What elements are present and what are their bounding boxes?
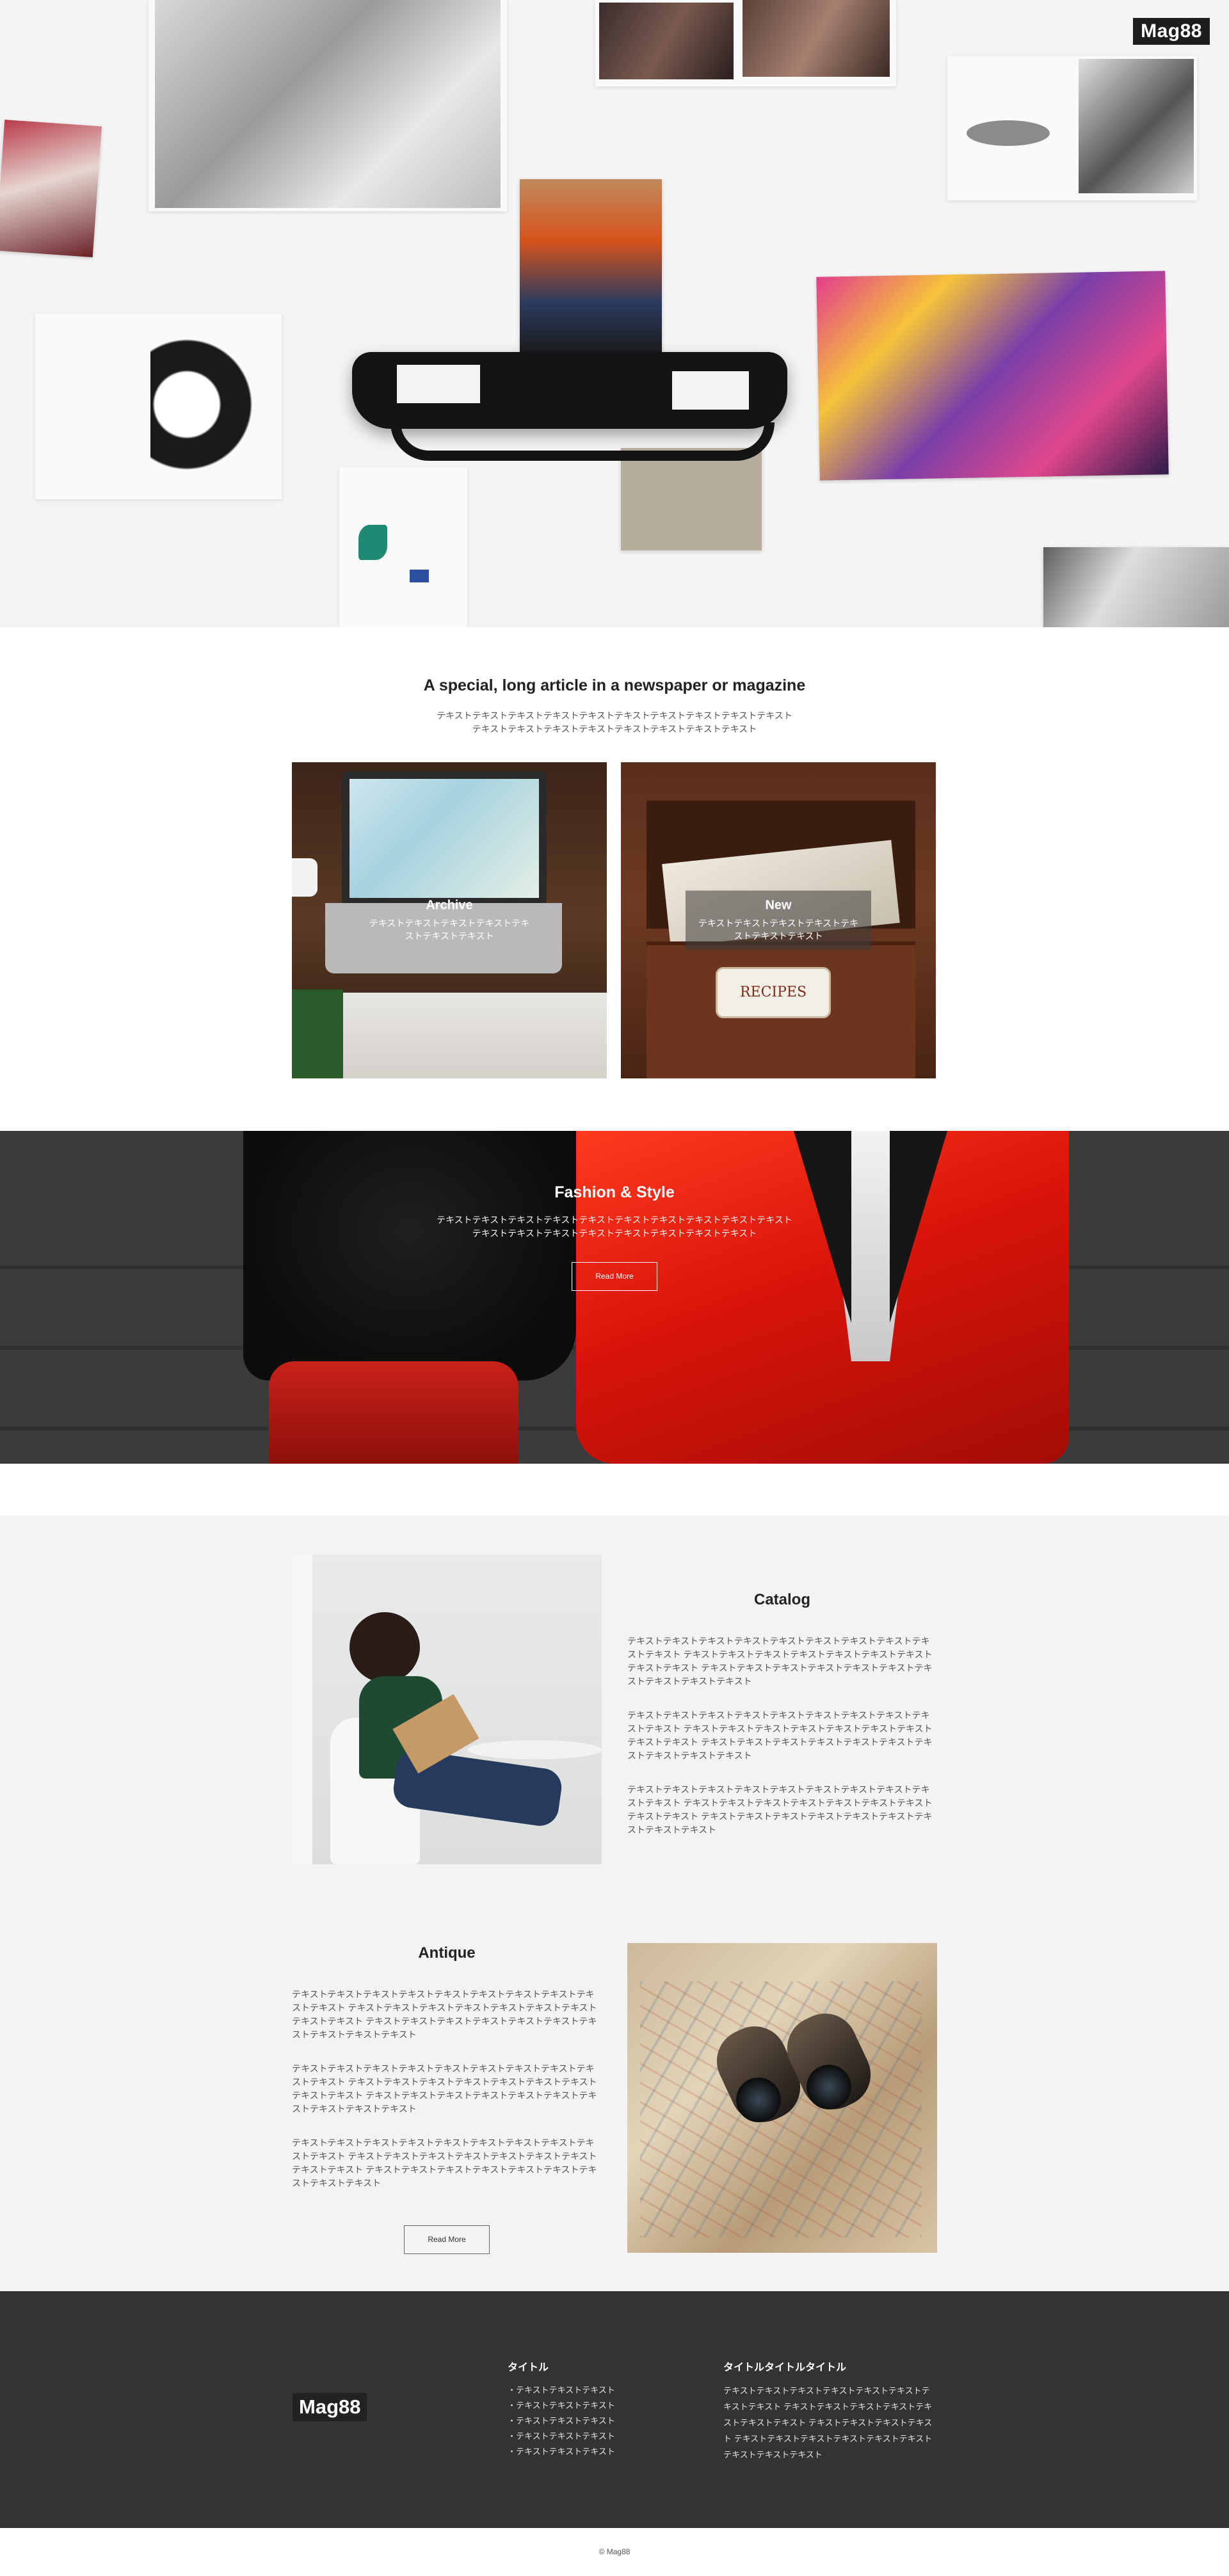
footer-column-2: タイトルタイトルタイトル テキストテキストテキストテキストテキストテキストテキス… [723,2358,935,2463]
intro-text: テキストテキストテキストテキストテキストテキストテキストテキストテキストテキスト… [437,710,792,734]
catalog-paragraph-1: テキストテキストテキストテキストテキストテキストテキストテキストテキストテキスト… [627,1636,933,1686]
sunglasses-image [352,339,800,499]
card-archive-text: テキストテキストテキストテキストテキストテキストテキスト [369,918,530,941]
magazine-spread-bw [149,0,507,211]
brand-logo[interactable]: Mag88 [1133,18,1210,45]
banner-read-more-button[interactable]: Read More [572,1262,657,1291]
footer-col2-text: テキストテキストテキストテキストテキストテキストテキストテキスト テキストテキス… [723,2386,933,2460]
footer-logo[interactable]: Mag88 [293,2393,367,2421]
photo-strip-sheet [595,0,896,86]
footer-link[interactable]: ・テキストテキストテキスト [508,2444,700,2460]
card-new-overlay: New テキストテキストテキストテキストテキストテキストテキスト [686,890,871,950]
hero-collage: Mag88 [0,0,1229,627]
footer-link[interactable]: ・テキストテキストテキスト [508,2398,700,2413]
category-cards: Archive テキストテキストテキストテキストテキストテキストテキスト REC… [292,762,937,1078]
banner-content: Fashion & Style テキストテキストテキストテキストテキストテキスト… [0,1131,1229,1291]
intro-section: A special, long article in a newspaper o… [0,627,1229,736]
photo-red-portrait [0,119,102,258]
magazine-letter-d [35,314,282,499]
magazine-lips-hand [947,56,1197,200]
footer: Mag88 タイトル ・テキストテキストテキスト ・テキストテキストテキスト ・… [0,2291,1229,2528]
photo-orange-hat-woman [520,179,662,355]
footer-col1-title: タイトル [508,2362,549,2373]
catalog-paragraph-2: テキストテキストテキストテキストテキストテキストテキストテキストテキストテキスト… [627,1710,933,1761]
binoculars-image [706,1988,890,2135]
card-new-title: New [765,898,792,913]
antique-read-more-button[interactable]: Read More [404,2225,490,2254]
footer-link[interactable]: ・テキストテキストテキスト [508,2413,700,2429]
antique-paragraph-1: テキストテキストテキストテキストテキストテキストテキストテキストテキストテキスト… [292,1989,597,2040]
features-section: Catalog テキストテキストテキストテキストテキストテキストテキストテキスト… [0,1516,1229,2291]
card-new[interactable]: RECIPES New テキストテキストテキストテキストテキストテキストテキスト [621,762,936,1078]
fashion-banner: Fashion & Style テキストテキストテキストテキストテキストテキスト… [0,1131,1229,1464]
antique-paragraph-3: テキストテキストテキストテキストテキストテキストテキストテキストテキストテキスト… [292,2138,597,2188]
laptop-image [342,771,547,906]
recipes-label: RECIPES [716,967,831,1018]
catalog-title: Catalog [753,1591,810,1608]
antique-image [627,1943,937,2253]
catalog-paragraph-3: テキストテキストテキストテキストテキストテキストテキストテキストテキストテキスト… [627,1784,933,1835]
copyright: © Mag88 [0,2528,1229,2576]
footer-col2-title: タイトルタイトルタイトル [723,2362,847,2373]
catalog-text-block: Catalog テキストテキストテキストテキストテキストテキストテキストテキスト… [627,1591,937,1837]
catalog-image [292,1555,602,1864]
photo-bw-reclining [1043,547,1229,627]
antique-text-block: Antique テキストテキストテキストテキストテキストテキストテキストテキスト… [292,1944,602,2190]
antique-paragraph-2: テキストテキストテキストテキストテキストテキストテキストテキストテキストテキスト… [292,2063,597,2114]
card-archive-title: Archive [426,898,473,913]
footer-column-1: タイトル ・テキストテキストテキスト ・テキストテキストテキスト ・テキストテキ… [508,2358,700,2460]
banner-text: テキストテキストテキストテキストテキストテキストテキストテキストテキストテキスト… [437,1215,792,1238]
footer-link[interactable]: ・テキストテキストテキスト [508,2429,700,2444]
card-archive[interactable]: Archive テキストテキストテキストテキストテキストテキストテキスト [292,762,607,1078]
footer-col1-list: ・テキストテキストテキスト ・テキストテキストテキスト ・テキストテキストテキス… [508,2383,700,2460]
banner-title: Fashion & Style [554,1183,675,1201]
antique-title: Antique [418,1944,476,1962]
footer-link[interactable]: ・テキストテキストテキスト [508,2383,700,2398]
card-archive-overlay: Archive テキストテキストテキストテキストテキストテキストテキスト [357,891,542,950]
intro-title: A special, long article in a newspaper o… [423,676,806,694]
photo-pop-art-octopus [816,271,1169,481]
card-new-text: テキストテキストテキストテキストテキストテキストテキスト [698,918,859,941]
